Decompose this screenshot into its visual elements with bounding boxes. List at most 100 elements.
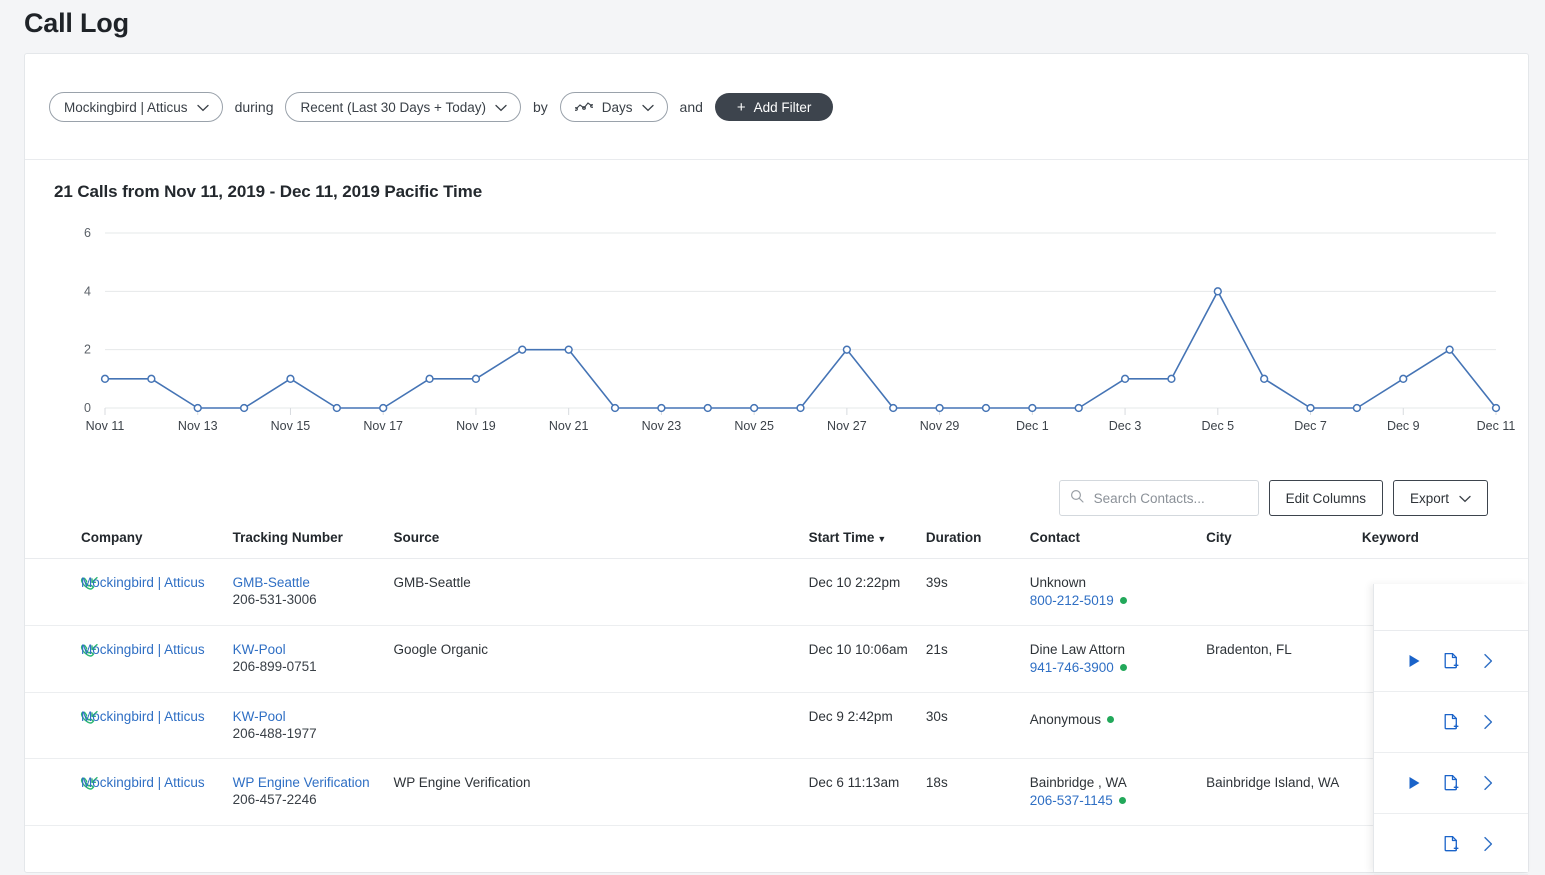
tracking-number-link[interactable]: GMB-Seattle xyxy=(233,575,310,590)
cell-tracking: KW-Pool 206-899-0751 xyxy=(232,625,394,693)
row-actions-header xyxy=(1374,584,1528,631)
tracking-number-link[interactable]: KW-Pool xyxy=(233,709,286,724)
company-link[interactable]: Mockingbird | Atticus xyxy=(81,775,205,790)
svg-text:4: 4 xyxy=(84,284,91,298)
cell-start-time: Dec 9 2:42pm xyxy=(808,692,926,759)
company-filter-pill[interactable]: Mockingbird | Atticus xyxy=(49,92,223,122)
th-source[interactable]: Source xyxy=(393,530,809,559)
svg-text:Nov 11: Nov 11 xyxy=(86,419,125,433)
contact-phone-link[interactable]: 941-746-3900 xyxy=(1030,660,1114,675)
table-row[interactable]: Mockingbird | Atticus KW-Pool 206-899-0751… xyxy=(25,625,1528,693)
table-body: Mockingbird | Atticus GMB-Seattle 206-531-… xyxy=(25,558,1528,826)
page-title: Call Log xyxy=(24,8,129,38)
svg-text:Dec 7: Dec 7 xyxy=(1294,419,1327,433)
play-icon[interactable] xyxy=(1404,653,1424,669)
cell-city: Bradenton, FL xyxy=(1206,625,1362,693)
table-row[interactable]: Mockingbird | Atticus KW-Pool 206-488-1977… xyxy=(25,692,1528,759)
calls-line-chart[interactable]: 0 2 4 6 Nov 11 Nov 13 Nov 15 Nov 17 Nov 19 Nov 21… xyxy=(53,208,1515,468)
cell-duration: 21s xyxy=(925,625,1030,693)
status-dot xyxy=(1118,797,1126,804)
cell-tracking: WP Engine Verification 206-457-2246 xyxy=(232,758,394,826)
th-contact[interactable]: Contact xyxy=(1029,530,1207,559)
chevron-down-icon xyxy=(495,100,507,115)
th-tracking-number[interactable]: Tracking Number xyxy=(232,530,394,559)
cell-start-time: Dec 6 11:13am xyxy=(808,758,926,826)
call-log-table: Company Tracking Number Source Start Tim… xyxy=(25,530,1528,826)
date-range-filter-label: Recent (Last 30 Days + Today) xyxy=(300,99,486,115)
cell-start-time: Dec 10 2:22pm xyxy=(808,558,926,626)
filter-conjunction-and: and xyxy=(679,99,703,115)
edit-columns-label: Edit Columns xyxy=(1285,490,1366,506)
granularity-filter-pill[interactable]: Days xyxy=(559,92,668,122)
filter-conjunction-by: by xyxy=(532,99,548,115)
filter-conjunction-during: during xyxy=(234,99,274,115)
cell-city: Bainbridge Island, WA xyxy=(1206,758,1362,826)
date-range-filter-pill[interactable]: Recent (Last 30 Days + Today) xyxy=(285,92,521,122)
svg-text:Nov 13: Nov 13 xyxy=(178,419,218,433)
cell-contact: Anonymous xyxy=(1029,692,1207,759)
search-input[interactable] xyxy=(1091,489,1248,507)
svg-text:Nov 19: Nov 19 xyxy=(456,419,496,433)
chevron-right-icon[interactable] xyxy=(1478,653,1498,669)
th-icon xyxy=(25,530,82,559)
tracking-number-value: 206-457-2246 xyxy=(232,792,317,807)
chevron-down-icon xyxy=(196,100,209,115)
svg-text:Nov 25: Nov 25 xyxy=(734,419,774,433)
cell-city xyxy=(1206,558,1362,626)
cell-source: WP Engine Verification xyxy=(393,758,809,826)
th-start-time[interactable]: Start Time ▼ xyxy=(808,530,926,559)
th-company[interactable]: Company xyxy=(81,530,233,559)
chevron-right-icon[interactable] xyxy=(1478,775,1498,791)
cell-tracking: KW-Pool 206-488-1977 xyxy=(232,692,394,759)
cell-direction xyxy=(25,692,98,759)
status-dot xyxy=(1107,716,1115,723)
company-link[interactable]: Mockingbird | Atticus xyxy=(81,642,205,657)
th-start-time-label: Start Time xyxy=(808,530,875,545)
svg-text:Dec 1: Dec 1 xyxy=(1016,419,1049,433)
cell-direction xyxy=(25,758,98,826)
tracking-number-value: 206-899-0751 xyxy=(232,659,317,674)
cell-source xyxy=(393,692,809,759)
contact-name: Anonymous xyxy=(1030,712,1206,727)
th-duration[interactable]: Duration xyxy=(925,530,1030,559)
play-icon[interactable] xyxy=(1404,775,1424,791)
export-button[interactable]: Export xyxy=(1392,480,1488,516)
company-link[interactable]: Mockingbird | Atticus xyxy=(81,575,205,590)
contact-name: Unknown xyxy=(1029,575,1086,590)
chart-title: 21 Calls from Nov 11, 2019 - Dec 11, 201… xyxy=(54,182,483,201)
contact-phone-link[interactable]: 800-212-5019 xyxy=(1030,593,1114,608)
add-note-icon[interactable] xyxy=(1441,835,1461,853)
contact-phone-link[interactable]: 206-537-1145 xyxy=(1030,793,1113,808)
cell-source: GMB-Seattle xyxy=(393,558,809,626)
tracking-number-link[interactable]: WP Engine Verification xyxy=(233,775,370,790)
cell-company: Mockingbird | Atticus xyxy=(81,625,233,693)
chevron-right-icon[interactable] xyxy=(1478,714,1498,730)
search-contacts-box[interactable] xyxy=(1058,480,1259,516)
th-keyword[interactable]: Keyword xyxy=(1361,530,1528,559)
granularity-filter-label: Days xyxy=(601,99,633,115)
add-note-icon[interactable] xyxy=(1441,652,1461,670)
cell-tracking: GMB-Seattle 206-531-3006 xyxy=(232,558,394,626)
add-note-icon[interactable] xyxy=(1441,774,1461,792)
cell-contact: Dine Law Attorn 941-746-3900 xyxy=(1029,625,1207,693)
cell-duration: 30s xyxy=(925,692,1030,759)
company-link[interactable]: Mockingbird | Atticus xyxy=(81,709,205,724)
svg-text:Nov 29: Nov 29 xyxy=(920,419,960,433)
tracking-number-value: 206-488-1977 xyxy=(232,726,317,741)
table-row[interactable]: Mockingbird | Atticus WP Engine Verificat… xyxy=(25,758,1528,826)
th-city[interactable]: City xyxy=(1206,530,1362,559)
tracking-number-link[interactable]: KW-Pool xyxy=(233,642,286,657)
edit-columns-button[interactable]: Edit Columns xyxy=(1268,480,1383,516)
row-actions xyxy=(1374,814,1528,875)
add-note-icon[interactable] xyxy=(1441,713,1461,731)
cell-company: Mockingbird | Atticus xyxy=(81,558,233,626)
svg-text:2: 2 xyxy=(84,343,91,357)
chevron-right-icon[interactable] xyxy=(1478,836,1498,852)
add-filter-label: Add Filter xyxy=(753,99,812,115)
contact-name: Dine Law Attorn xyxy=(1029,642,1126,657)
table-row[interactable]: Mockingbird | Atticus GMB-Seattle 206-531-… xyxy=(25,558,1528,626)
row-actions xyxy=(1374,631,1528,692)
svg-text:Nov 23: Nov 23 xyxy=(642,419,682,433)
add-filter-button[interactable]: + Add Filter xyxy=(714,93,834,121)
contact-name: Bainbridge , WA xyxy=(1029,775,1127,790)
